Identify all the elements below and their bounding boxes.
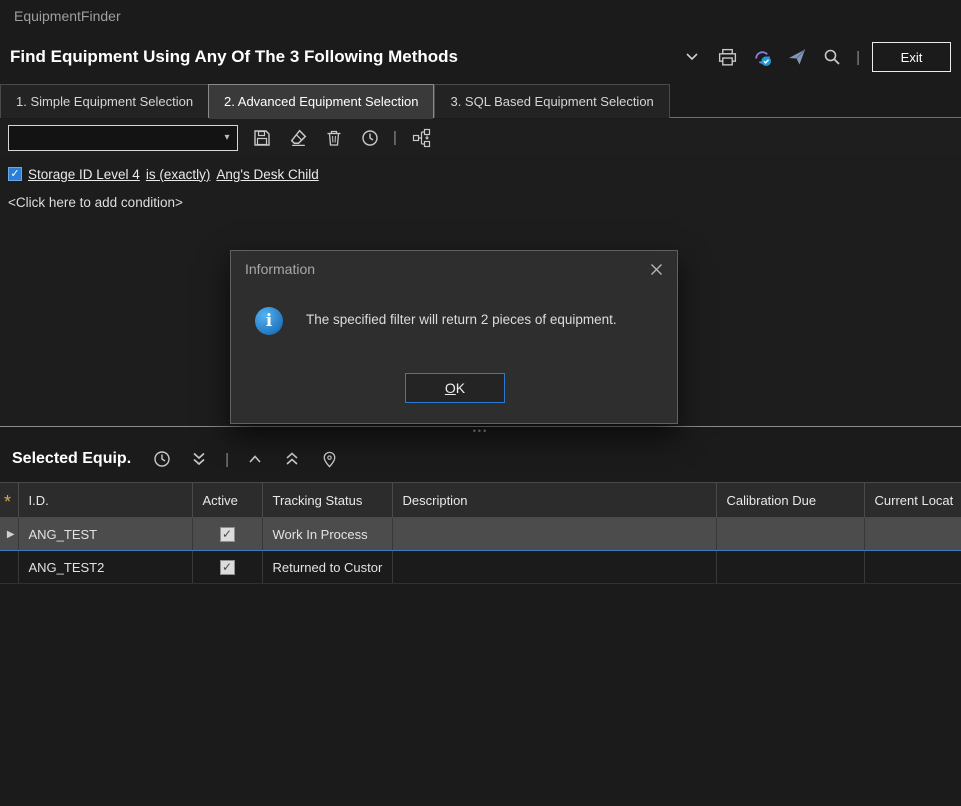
current-row-arrow-icon[interactable]: ▶ bbox=[0, 518, 18, 551]
active-checkbox[interactable]: ✓ bbox=[220, 560, 235, 575]
col-header-active[interactable]: Active bbox=[192, 483, 262, 518]
page-title: Find Equipment Using Any Of The 3 Follow… bbox=[10, 32, 458, 82]
tab-label: 2. Advanced Equipment Selection bbox=[224, 94, 418, 109]
splitter-grip-dots: ••• bbox=[473, 426, 488, 436]
splitter-handle[interactable]: ••• bbox=[0, 427, 961, 438]
separator: | bbox=[224, 451, 230, 468]
history-clock-icon[interactable] bbox=[358, 126, 382, 150]
cell-current-location[interactable] bbox=[864, 551, 961, 584]
tab-strip: 1. Simple Equipment Selection 2. Advance… bbox=[0, 84, 961, 118]
cell-id[interactable]: ANG_TEST bbox=[18, 518, 192, 551]
cell-tracking-status[interactable]: Work In Process bbox=[262, 518, 392, 551]
cell-active: ✓ bbox=[192, 551, 262, 584]
condition-checkbox[interactable]: ✓ bbox=[8, 167, 22, 181]
tab-label: 3. SQL Based Equipment Selection bbox=[450, 94, 653, 109]
selected-equip-title: Selected Equip. bbox=[12, 450, 131, 468]
dialog-titlebar[interactable]: Information bbox=[231, 251, 677, 287]
cell-description[interactable] bbox=[392, 518, 716, 551]
cell-description[interactable] bbox=[392, 551, 716, 584]
header-toolbar: | Exit bbox=[680, 32, 951, 82]
selected-equip-header: Selected Equip. | bbox=[0, 440, 961, 478]
col-header-calibration-due[interactable]: Calibration Due bbox=[716, 483, 864, 518]
col-header-tracking-status[interactable]: Tracking Status bbox=[262, 483, 392, 518]
cell-active: ✓ bbox=[192, 518, 262, 551]
col-header-current-location[interactable]: Current Locat bbox=[864, 483, 961, 518]
cell-tracking-status[interactable]: Returned to Custor bbox=[262, 551, 392, 584]
separator: | bbox=[855, 49, 861, 66]
combo-dropdown-icon[interactable]: ▾ bbox=[217, 126, 237, 150]
grid-body: ▶ANG_TEST ✓ Work In Process ANG_TEST2 ✓ Retur… bbox=[0, 518, 961, 584]
chevron-down-icon[interactable] bbox=[680, 45, 704, 69]
sync-check-icon[interactable] bbox=[750, 45, 774, 69]
tree-export-icon[interactable] bbox=[410, 126, 434, 150]
add-condition-link[interactable]: <Click here to add condition> bbox=[8, 195, 953, 210]
cell-id[interactable]: ANG_TEST2 bbox=[18, 551, 192, 584]
window-title: EquipmentFinder bbox=[14, 8, 121, 24]
ok-label-rest: K bbox=[456, 380, 465, 396]
col-header-id[interactable]: I.D. bbox=[18, 483, 192, 518]
double-chevron-down-icon[interactable] bbox=[187, 447, 211, 471]
trash-icon[interactable] bbox=[322, 126, 346, 150]
exit-button[interactable]: Exit bbox=[872, 42, 951, 72]
ok-label-accesskey: O bbox=[445, 380, 456, 396]
eraser-icon[interactable] bbox=[286, 126, 310, 150]
new-row-indicator-cell: * bbox=[0, 483, 18, 518]
equipment-finder-window: EquipmentFinder Find Equipment Using Any… bbox=[0, 0, 961, 806]
filter-toolbar: ▾ bbox=[0, 119, 961, 156]
tab-label: 1. Simple Equipment Selection bbox=[16, 94, 193, 109]
titlebar: EquipmentFinder bbox=[0, 0, 961, 32]
condition-value-link[interactable]: Ang's Desk Child bbox=[216, 167, 318, 182]
tab-sql-based-equipment-selection[interactable]: 3. SQL Based Equipment Selection bbox=[434, 84, 669, 118]
history-clock-icon[interactable] bbox=[150, 447, 174, 471]
cell-current-location[interactable] bbox=[864, 518, 961, 551]
printer-icon[interactable] bbox=[715, 45, 739, 69]
row-indicator-cell[interactable] bbox=[0, 551, 18, 584]
information-dialog: Information i The specified filter will … bbox=[230, 250, 678, 424]
send-icon[interactable] bbox=[785, 45, 809, 69]
grid-header-row: * I.D. Active Tracking Status Descriptio… bbox=[0, 483, 961, 518]
table-row[interactable]: ANG_TEST2 ✓ Returned to Custor bbox=[0, 551, 961, 584]
selected-equipment-grid: * I.D. Active Tracking Status Descriptio… bbox=[0, 482, 961, 584]
col-header-description[interactable]: Description bbox=[392, 483, 716, 518]
save-icon[interactable] bbox=[250, 126, 274, 150]
cell-calibration-due[interactable] bbox=[716, 518, 864, 551]
info-icon: i bbox=[255, 307, 283, 335]
cell-calibration-due[interactable] bbox=[716, 551, 864, 584]
filter-condition-row: ✓ Storage ID Level 4 is (exactly) Ang's … bbox=[8, 164, 953, 184]
asterisk-icon: * bbox=[4, 497, 11, 507]
close-icon[interactable] bbox=[647, 260, 665, 278]
dialog-title: Information bbox=[245, 261, 315, 277]
separator: | bbox=[392, 129, 398, 146]
active-checkbox[interactable]: ✓ bbox=[220, 527, 235, 542]
location-pin-icon[interactable] bbox=[317, 447, 341, 471]
condition-field-link[interactable]: Storage ID Level 4 bbox=[28, 167, 140, 182]
saved-filter-combobox[interactable]: ▾ bbox=[8, 125, 238, 151]
table-row[interactable]: ▶ANG_TEST ✓ Work In Process bbox=[0, 518, 961, 551]
search-icon[interactable] bbox=[820, 45, 844, 69]
tab-simple-equipment-selection[interactable]: 1. Simple Equipment Selection bbox=[0, 84, 208, 118]
chevron-up-icon[interactable] bbox=[243, 447, 267, 471]
tab-advanced-equipment-selection[interactable]: 2. Advanced Equipment Selection bbox=[208, 84, 434, 118]
dialog-message: The specified filter will return 2 piece… bbox=[306, 312, 661, 327]
ok-button[interactable]: OK bbox=[405, 373, 505, 403]
condition-operator-link[interactable]: is (exactly) bbox=[146, 167, 211, 182]
header: Find Equipment Using Any Of The 3 Follow… bbox=[0, 32, 961, 82]
double-chevron-up-icon[interactable] bbox=[280, 447, 304, 471]
